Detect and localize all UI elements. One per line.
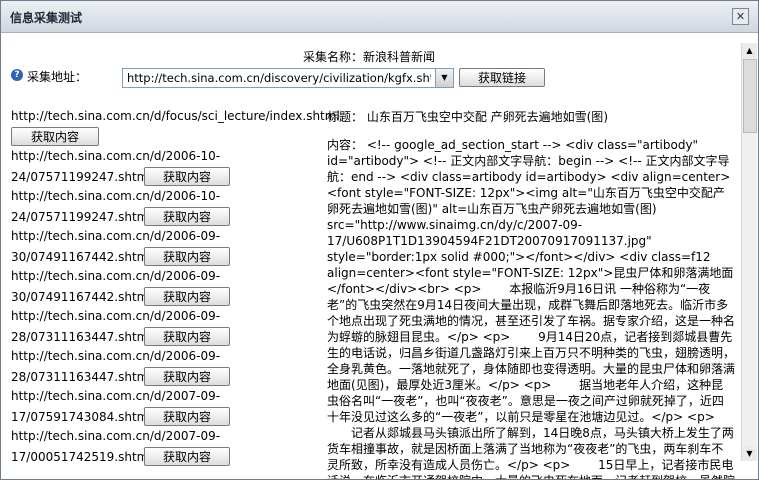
dialog-window: 信息采集测试 ✕ 采集名称：新浪科普新闻 ? 采集地址： http://tech… (0, 0, 759, 480)
get-content-button[interactable]: 获取内容 (144, 287, 230, 306)
vertical-scrollbar[interactable]: ▲ ▼ (741, 43, 757, 461)
article-title: 标题： 山东百万飞虫空中交配 产卵死去遍地如雪(图) (327, 110, 608, 124)
address-value: http://tech.sina.com.cn/discovery/civili… (127, 71, 431, 85)
get-content-button[interactable]: 获取内容 (144, 367, 230, 386)
link-url: 28/07311163447.shtml (11, 330, 152, 344)
collect-name-label: 采集名称：新浪科普新闻 (303, 50, 436, 64)
get-link-button[interactable]: 获取链接 (459, 68, 545, 87)
link-url: http://tech.sina.com.cn/d/2007-09- (11, 429, 221, 443)
scroll-up-icon[interactable]: ▲ (742, 43, 757, 58)
dialog-content: 采集名称：新浪科普新闻 ? 采集地址： http://tech.sina.com… (1, 33, 758, 479)
link-url: http://tech.sina.com.cn/d/focus/sci_lect… (11, 109, 340, 123)
get-content-button[interactable]: 获取内容 (144, 247, 230, 266)
address-label: 采集地址： (27, 70, 88, 84)
link-url: http://tech.sina.com.cn/d/2007-09- (11, 389, 221, 403)
link-url: 17/07591743084.shtml (11, 410, 152, 424)
link-url: http://tech.sina.com.cn/d/2006-09- (11, 309, 221, 323)
link-url: http://tech.sina.com.cn/d/2006-10- (11, 189, 221, 203)
link-url: 30/07491167442.shtml (11, 250, 152, 264)
link-url: 17/00051742519.shtml (11, 450, 152, 464)
address-select[interactable]: http://tech.sina.com.cn/discovery/civili… (122, 68, 454, 88)
link-url: http://tech.sina.com.cn/d/2006-09- (11, 269, 221, 283)
chevron-down-icon[interactable]: ▼ (435, 69, 453, 87)
link-url: http://tech.sina.com.cn/d/2006-10- (11, 149, 221, 163)
link-url: http://tech.sina.com.cn/d/2006-09- (11, 349, 221, 363)
window-title: 信息采集测试 (10, 11, 83, 25)
link-url: 28/07311163447.shtml (11, 370, 152, 384)
get-content-button[interactable]: 获取内容 (144, 407, 230, 426)
article-body: 内容： <!-- google_ad_section_start --> <di… (327, 138, 735, 479)
link-url: 24/07571199247.shtml (11, 170, 152, 184)
get-content-button[interactable]: 获取内容 (144, 167, 230, 186)
close-icon[interactable]: ✕ (732, 8, 749, 25)
get-content-button[interactable]: 获取内容 (144, 207, 230, 226)
link-url: http://tech.sina.com.cn/d/2006-09- (11, 229, 221, 243)
scroll-down-icon[interactable]: ▼ (742, 446, 757, 461)
help-icon[interactable]: ? (11, 69, 23, 81)
scroll-thumb[interactable] (743, 59, 757, 133)
get-content-button[interactable]: 获取内容 (144, 447, 230, 466)
link-url: 24/07571199247.shtml (11, 210, 152, 224)
title-bar: 信息采集测试 ✕ (1, 1, 758, 33)
link-url: 30/07491167442.shtml (11, 290, 152, 304)
get-content-button[interactable]: 获取内容 (11, 127, 99, 146)
get-content-button[interactable]: 获取内容 (144, 327, 230, 346)
